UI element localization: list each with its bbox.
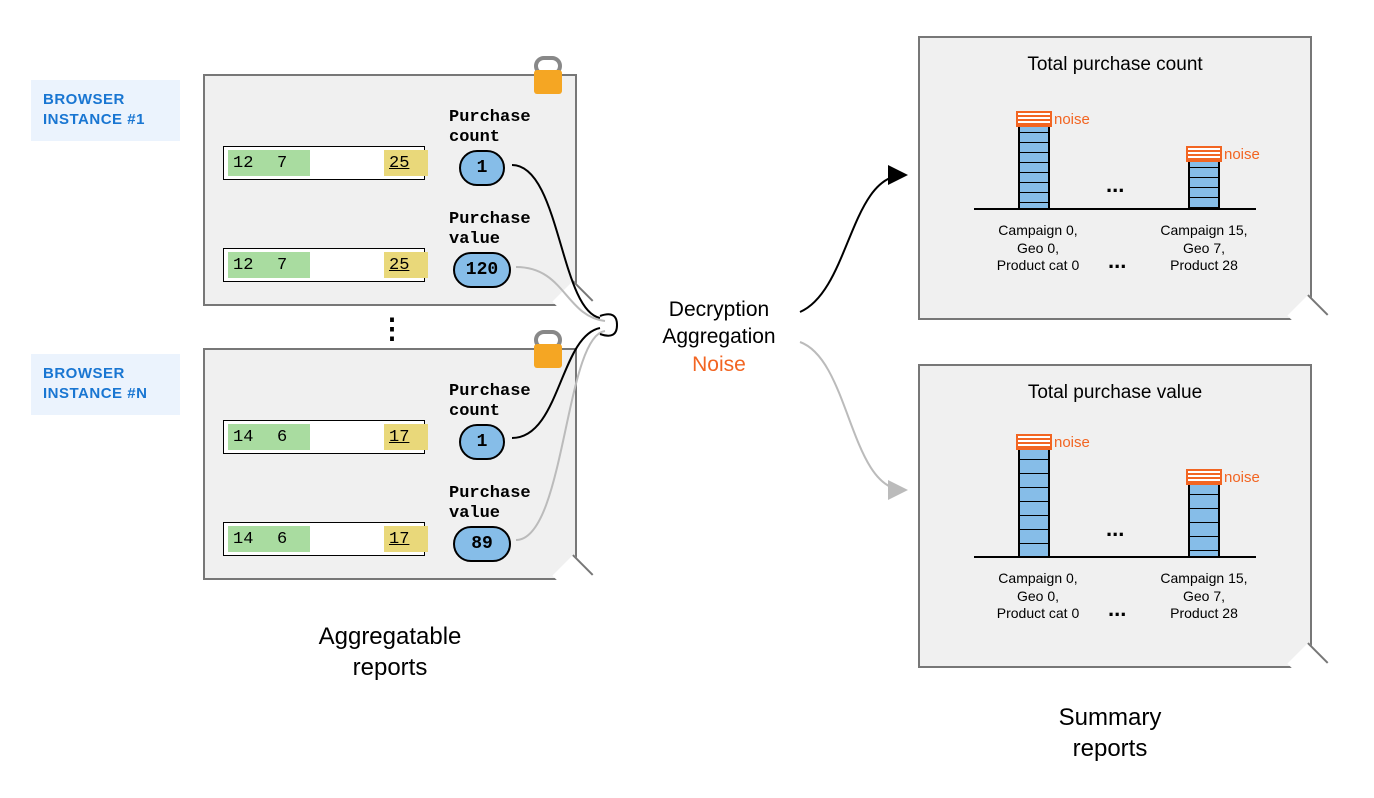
chart-title: Total purchase count	[920, 54, 1310, 76]
chart-axis	[974, 556, 1256, 560]
horizontal-ellipsis-icon: ...	[1108, 596, 1126, 622]
noise-label: noise	[1224, 146, 1260, 163]
process-steps-text: Decryption Aggregation Noise	[644, 296, 794, 378]
noise-label: noise	[1054, 434, 1090, 451]
horizontal-ellipsis-icon: ...	[1108, 248, 1126, 274]
text: Aggregation	[644, 323, 794, 350]
chart-axis-label: Campaign 0, Geo 0, Product cat 0	[978, 570, 1098, 623]
chart-axis	[974, 208, 1256, 212]
horizontal-ellipsis-icon: ...	[1106, 172, 1124, 198]
chart-bar	[1188, 481, 1220, 556]
noise-label: noise	[1224, 469, 1260, 486]
chart-bar	[1018, 446, 1050, 556]
summary-reports-caption: Summary reports	[1000, 702, 1220, 764]
summary-report-count-card: Total purchase count noise ... noise Cam…	[918, 36, 1312, 320]
noise-label: noise	[1054, 111, 1090, 128]
chart-axis-label: Campaign 15, Geo 7, Product 28	[1144, 570, 1264, 623]
chart-bar	[1018, 123, 1050, 208]
noise-text: Noise	[644, 351, 794, 378]
chart-title: Total purchase value	[920, 382, 1310, 404]
chart-axis-label: Campaign 0, Geo 0, Product cat 0	[978, 222, 1098, 275]
chart-axis-label: Campaign 15, Geo 7, Product 28	[1144, 222, 1264, 275]
horizontal-ellipsis-icon: ...	[1106, 516, 1124, 542]
chart-bar	[1188, 158, 1220, 208]
text: Decryption	[644, 296, 794, 323]
summary-report-value-card: Total purchase value noise ... noise Cam…	[918, 364, 1312, 668]
